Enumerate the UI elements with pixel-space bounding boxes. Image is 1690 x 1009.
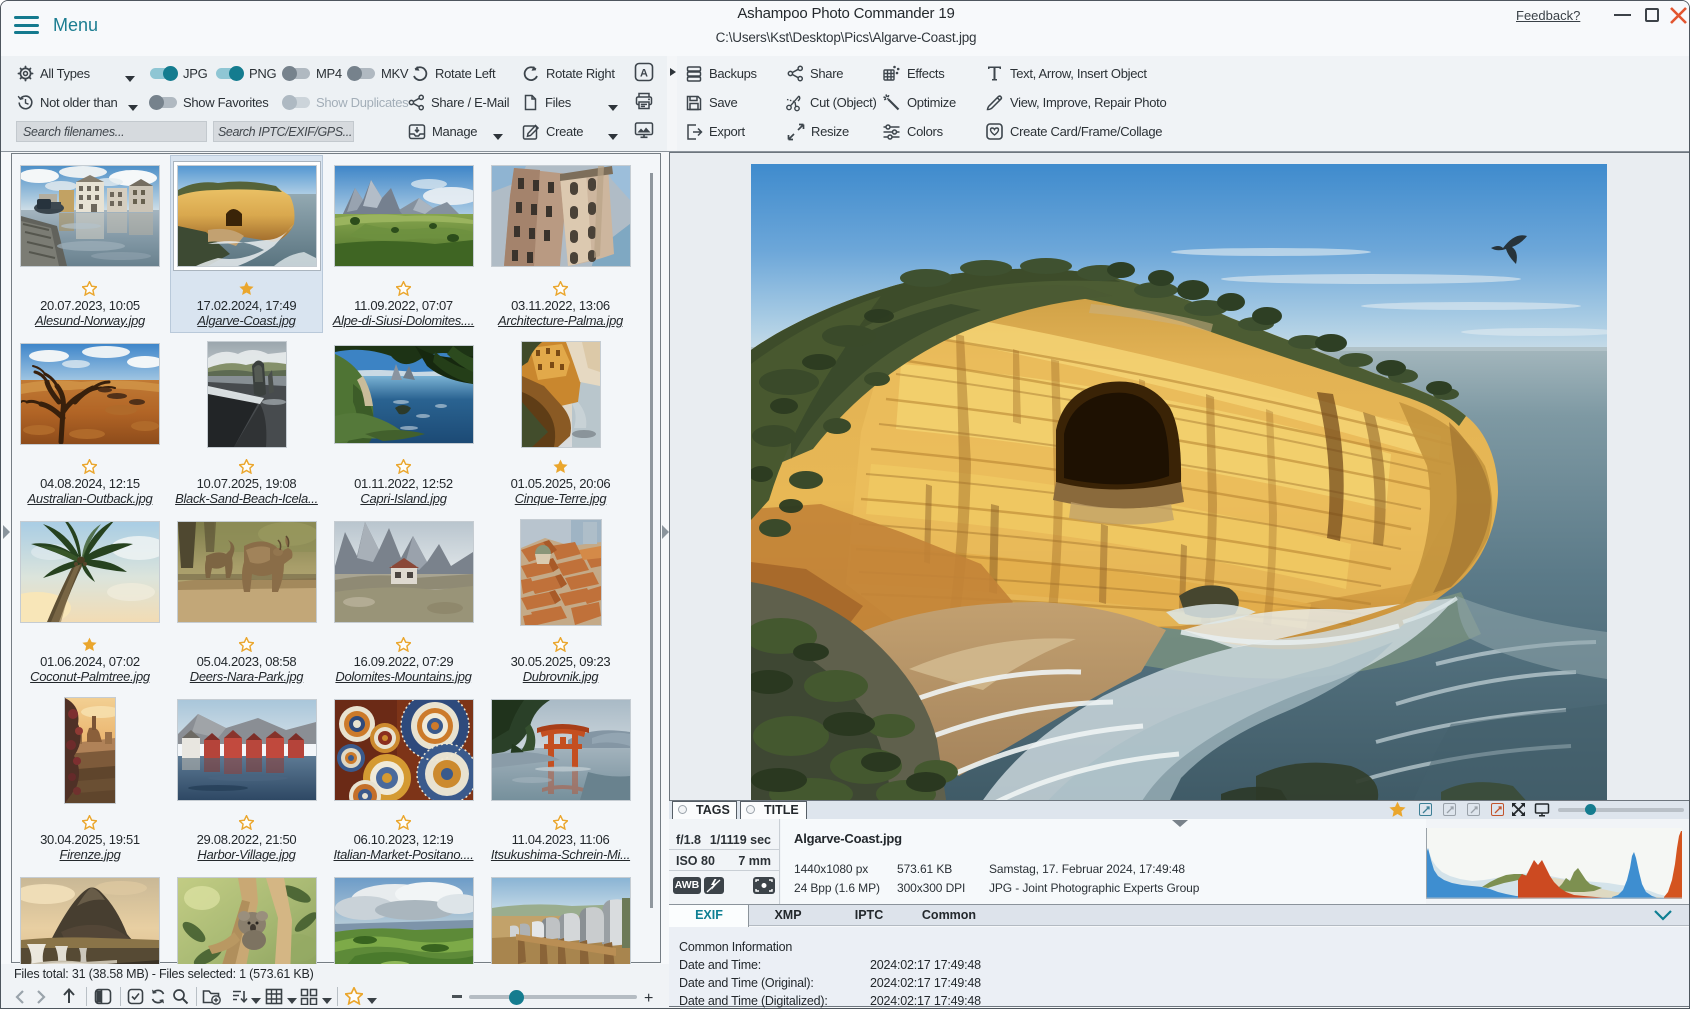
svg-text:A: A — [640, 67, 648, 79]
